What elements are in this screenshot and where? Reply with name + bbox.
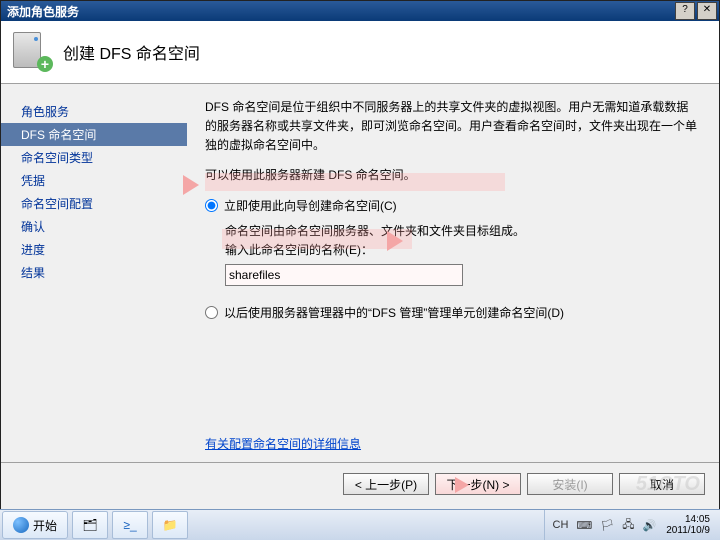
nav-namespace-config[interactable]: 命名空间配置 [1, 192, 187, 215]
quicklaunch-powershell[interactable]: ≥_ [112, 511, 148, 539]
option-create-now[interactable]: 立即使用此向导创建命名空间(C) [205, 197, 697, 216]
cancel-button[interactable]: 取消 [619, 473, 705, 495]
radio-create-later-label: 以后使用服务器管理器中的“DFS 管理”管理单元创建命名空间(D) [224, 304, 564, 323]
arrow-icon [183, 175, 199, 195]
nav-progress[interactable]: 进度 [1, 238, 187, 261]
tray-sound-icon[interactable]: 🔊 [639, 519, 661, 532]
nav-namespace-type[interactable]: 命名空间类型 [1, 146, 187, 169]
quicklaunch-folder[interactable]: 📁 [152, 511, 188, 539]
next-button[interactable]: 下一步(N) > [435, 473, 521, 495]
opt1-desc: 命名空间由命名空间服务器、文件夹和文件夹目标组成。 [225, 222, 697, 241]
window-title: 添加角色服务 [3, 3, 79, 20]
wizard-content: DFS 命名空间是位于组织中不同服务器上的共享文件夹的虚拟视图。用户无需知道承载… [187, 84, 719, 462]
quicklaunch-explorer[interactable]: 🗂 [72, 511, 108, 539]
clock-time: 14:05 [666, 514, 710, 525]
help-button[interactable]: ? [675, 2, 695, 20]
start-button[interactable]: 开始 [2, 511, 68, 539]
name-label: 输入此命名空间的名称(E)： [225, 241, 697, 260]
shell-icon: ≥_ [123, 518, 136, 532]
tray-network-icon[interactable]: 🖧 [618, 516, 638, 535]
close-button[interactable]: ✕ [697, 2, 717, 20]
language-indicator[interactable]: CH [549, 519, 573, 531]
start-label: 开始 [33, 517, 57, 534]
namespace-name-input[interactable] [225, 264, 463, 286]
taskbar: 开始 🗂 ≥_ 📁 CH ⌨ 🏳 🖧 🔊 14:05 2011/10/9 [0, 509, 720, 540]
nav-role-services[interactable]: 角色服务 [1, 100, 187, 123]
nav-result[interactable]: 结果 [1, 261, 187, 284]
windows-orb-icon [13, 517, 29, 533]
nav-confirm[interactable]: 确认 [1, 215, 187, 238]
tray-keyboard-icon[interactable]: ⌨ [572, 519, 596, 532]
radio-create-now[interactable] [205, 199, 218, 212]
option-create-later[interactable]: 以后使用服务器管理器中的“DFS 管理”管理单元创建命名空间(D) [205, 304, 697, 323]
install-button[interactable]: 安装(I) [527, 473, 613, 495]
page-title: 创建 DFS 命名空间 [63, 40, 200, 64]
tray-flag-icon[interactable]: 🏳 [596, 519, 618, 532]
nav-credentials[interactable]: 凭据 [1, 169, 187, 192]
sub-description: 可以使用此服务器新建 DFS 命名空间。 [205, 166, 697, 185]
wizard-footer: < 上一步(P) 下一步(N) > 安装(I) 取消 [1, 462, 719, 505]
previous-button[interactable]: < 上一步(P) [343, 473, 429, 495]
server-add-icon: + [13, 32, 53, 72]
wizard-dialog: 添加角色服务 ? ✕ + 创建 DFS 命名空间 角色服务 DFS 命名空间 命… [0, 0, 720, 510]
folder-icon: 📁 [163, 518, 178, 532]
taskbar-clock[interactable]: 14:05 2011/10/9 [660, 514, 716, 536]
arrow-icon [455, 477, 469, 493]
radio-create-later[interactable] [205, 306, 218, 319]
folders-icon: 🗂 [82, 518, 97, 532]
wizard-header: + 创建 DFS 命名空间 [1, 21, 719, 84]
arrow-icon [387, 231, 403, 251]
system-tray: CH ⌨ 🏳 🖧 🔊 14:05 2011/10/9 [544, 510, 720, 540]
wizard-steps-nav: 角色服务 DFS 命名空间 命名空间类型 凭据 命名空间配置 确认 进度 结果 [1, 84, 187, 462]
more-info-link[interactable]: 有关配置命名空间的详细信息 [205, 435, 361, 454]
clock-date: 2011/10/9 [666, 525, 710, 536]
description-text: DFS 命名空间是位于组织中不同服务器上的共享文件夹的虚拟视图。用户无需知道承载… [205, 98, 697, 156]
titlebar: 添加角色服务 ? ✕ [1, 1, 719, 21]
nav-dfs-namespace[interactable]: DFS 命名空间 [1, 123, 187, 146]
radio-create-now-label: 立即使用此向导创建命名空间(C) [224, 197, 397, 216]
